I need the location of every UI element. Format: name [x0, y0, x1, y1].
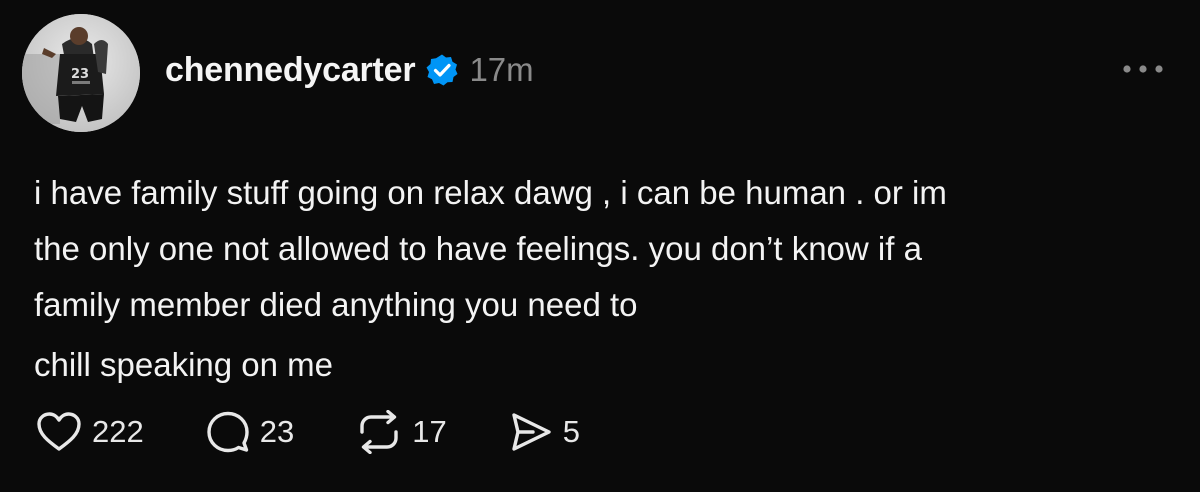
repost-count: 17: [412, 414, 447, 449]
like-button[interactable]: 222: [36, 411, 144, 453]
send-icon: [512, 413, 551, 451]
share-button[interactable]: 5: [509, 411, 580, 453]
repost-arrows-icon: [360, 410, 398, 454]
reply-button[interactable]: 23: [206, 410, 294, 454]
action-bar: 222 23 17 5: [36, 408, 642, 456]
post-text-line: chill speaking on me: [34, 346, 333, 383]
reply-count: 23: [259, 414, 295, 449]
thread-post: 23 chennedycarter 17m i have family stuf…: [0, 0, 1200, 492]
avatar-photo: 23: [22, 14, 140, 132]
verified-badge-icon: [425, 53, 459, 87]
post-text: i have family stuff going on relax dawg …: [34, 165, 1164, 393]
timestamp: 17m: [469, 51, 534, 88]
post-header: chennedycarter 17m: [165, 46, 534, 94]
post-text-line: family member died anything you need to: [34, 286, 638, 323]
avatar-jersey-number: 23: [71, 67, 89, 82]
more-options-button[interactable]: [1118, 56, 1168, 82]
speech-bubble-icon: [207, 411, 249, 453]
like-count: 222: [92, 414, 144, 449]
post-text-line: i have family stuff going on relax dawg …: [34, 174, 947, 211]
avatar[interactable]: 23: [22, 14, 140, 132]
share-count: 5: [562, 414, 580, 449]
repost-button[interactable]: 17: [356, 410, 447, 454]
post-text-line: the only one not allowed to have feeling…: [34, 230, 922, 267]
username[interactable]: chennedycarter: [165, 51, 416, 90]
more-horizontal-icon: [1123, 65, 1163, 73]
heart-icon: [37, 412, 81, 451]
